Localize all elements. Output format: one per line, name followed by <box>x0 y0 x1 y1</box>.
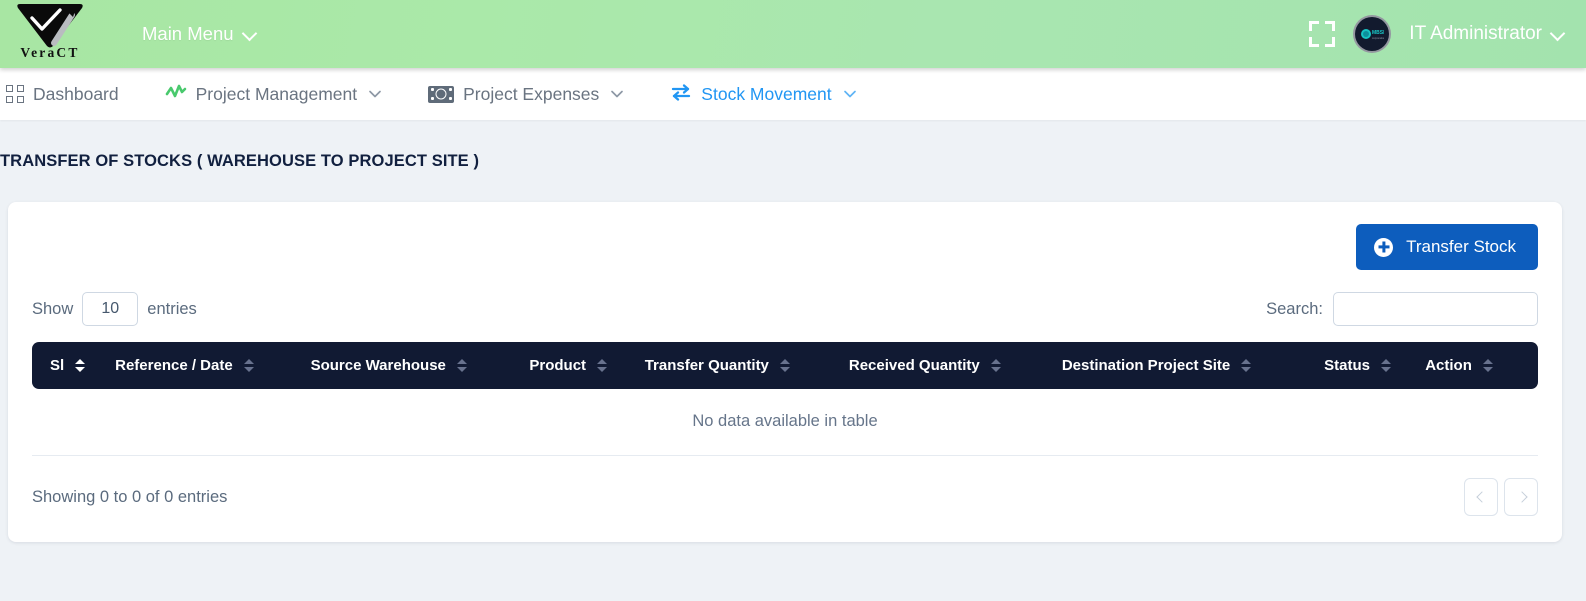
sort-arrows-icon <box>1380 359 1391 372</box>
transfer-stock-button-label: Transfer Stock <box>1406 237 1516 256</box>
veract-triangle-logo-icon <box>14 1 86 49</box>
table-footer: Showing 0 to 0 of 0 entries <box>32 478 1538 516</box>
column-header-sl[interactable]: Sl <box>32 342 116 389</box>
pagination-prev-button[interactable] <box>1464 478 1498 516</box>
svg-text:MBSL: MBSL <box>1372 30 1384 36</box>
main-menu-label: Main Menu <box>142 23 234 44</box>
nav-item-dashboard[interactable]: Dashboard <box>6 84 119 105</box>
chevron-down-icon <box>843 89 857 99</box>
top-header-bar: VeraCT Main Menu MBSL corporation IT Adm… <box>0 0 1586 68</box>
stock-transfer-table: Sl Reference / Date Source Warehouse Pro… <box>32 342 1538 456</box>
search-input[interactable] <box>1333 292 1538 326</box>
column-label: Destination Project Site <box>1061 357 1231 374</box>
main-navigation-bar: Dashboard Project Management Project Exp… <box>0 68 1586 120</box>
page-length-control: Show entries <box>32 292 197 326</box>
table-empty-row: No data available in table <box>32 389 1538 456</box>
chevron-left-icon <box>1477 493 1485 501</box>
card-toolbar: Transfer Stock <box>32 224 1538 270</box>
chevron-down-icon <box>368 89 382 99</box>
pagination <box>1464 478 1538 516</box>
table-header-row: Sl Reference / Date Source Warehouse Pro… <box>32 342 1538 389</box>
table-controls: Show entries Search: <box>32 292 1538 326</box>
nav-label-project-management: Project Management <box>195 83 358 104</box>
transfer-arrows-icon <box>670 83 692 106</box>
sort-arrows-icon <box>597 359 608 372</box>
entries-info: Showing 0 to 0 of 0 entries <box>32 487 228 506</box>
column-label: Received Quantity <box>848 357 980 374</box>
nav-item-stock-movement[interactable]: Stock Movement <box>670 83 856 106</box>
sort-arrows-icon <box>990 359 1001 372</box>
column-header-source-warehouse[interactable]: Source Warehouse <box>310 342 530 389</box>
transfer-stock-button[interactable]: Transfer Stock <box>1356 224 1538 270</box>
grid-dashboard-icon <box>6 85 24 103</box>
username-label: IT Administrator <box>1409 23 1542 44</box>
column-label: Status <box>1324 357 1370 374</box>
empty-message: No data available in table <box>32 389 1538 456</box>
nav-label-stock-movement: Stock Movement <box>701 83 832 104</box>
search-control: Search: <box>1266 292 1538 326</box>
sort-arrows-icon <box>75 359 86 372</box>
sort-arrows-icon <box>456 359 467 372</box>
column-header-status[interactable]: Status <box>1324 342 1426 389</box>
nav-item-project-expenses[interactable]: Project Expenses <box>428 84 624 105</box>
column-label: Action <box>1425 357 1472 374</box>
table-head: Sl Reference / Date Source Warehouse Pro… <box>32 342 1538 389</box>
column-label: Reference / Date <box>115 357 233 374</box>
page-title: TRANSFER OF STOCKS ( WAREHOUSE TO PROJEC… <box>0 152 480 170</box>
stock-transfer-card: Transfer Stock Show entries Search: Sl <box>8 202 1562 542</box>
main-menu-dropdown[interactable]: Main Menu <box>142 23 256 45</box>
search-label: Search: <box>1266 299 1323 318</box>
column-header-action[interactable]: Action <box>1425 342 1538 389</box>
plus-circle-icon <box>1374 237 1394 257</box>
sort-arrows-icon <box>243 359 254 372</box>
chevron-down-icon <box>1552 28 1564 40</box>
column-label: Source Warehouse <box>310 357 446 374</box>
svg-text:corporation: corporation <box>1372 36 1384 40</box>
user-menu[interactable]: IT Administrator <box>1409 23 1564 45</box>
sort-arrows-icon <box>779 359 790 372</box>
entries-label: entries <box>147 299 197 318</box>
column-header-product[interactable]: Product <box>529 342 645 389</box>
column-header-reference-date[interactable]: Reference / Date <box>115 342 311 389</box>
nav-label-project-expenses: Project Expenses <box>463 83 600 104</box>
column-label: Product <box>529 357 587 374</box>
page-content: TRANSFER OF STOCKS ( WAREHOUSE TO PROJEC… <box>0 120 1586 542</box>
column-header-received-quantity[interactable]: Received Quantity <box>848 342 1062 389</box>
activity-pulse-icon <box>165 83 187 106</box>
column-header-transfer-quantity[interactable]: Transfer Quantity <box>644 342 849 389</box>
nav-label-dashboard: Dashboard <box>33 83 119 104</box>
fullscreen-expand-icon[interactable] <box>1309 21 1336 47</box>
table-body: No data available in table <box>32 389 1538 456</box>
user-avatar-mbsl-logo-icon: MBSL corporation <box>1361 29 1384 40</box>
header-right-group: MBSL corporation IT Administrator <box>1309 15 1586 53</box>
banknote-money-icon <box>428 85 455 103</box>
chevron-down-icon <box>244 28 256 40</box>
chevron-down-icon <box>610 89 624 99</box>
sort-arrows-icon <box>1482 359 1493 372</box>
sort-arrows-icon <box>1241 359 1252 372</box>
chevron-right-icon <box>1517 493 1525 501</box>
column-label: Transfer Quantity <box>644 357 769 374</box>
brand-logo[interactable]: VeraCT <box>0 0 100 68</box>
nav-item-project-management[interactable]: Project Management <box>165 83 382 106</box>
column-header-destination-project-site[interactable]: Destination Project Site <box>1061 342 1325 389</box>
page-length-input[interactable] <box>82 292 139 326</box>
show-label: Show <box>32 299 74 318</box>
pagination-next-button[interactable] <box>1504 478 1538 516</box>
avatar[interactable]: MBSL corporation <box>1353 15 1392 53</box>
column-label: Sl <box>50 357 65 374</box>
